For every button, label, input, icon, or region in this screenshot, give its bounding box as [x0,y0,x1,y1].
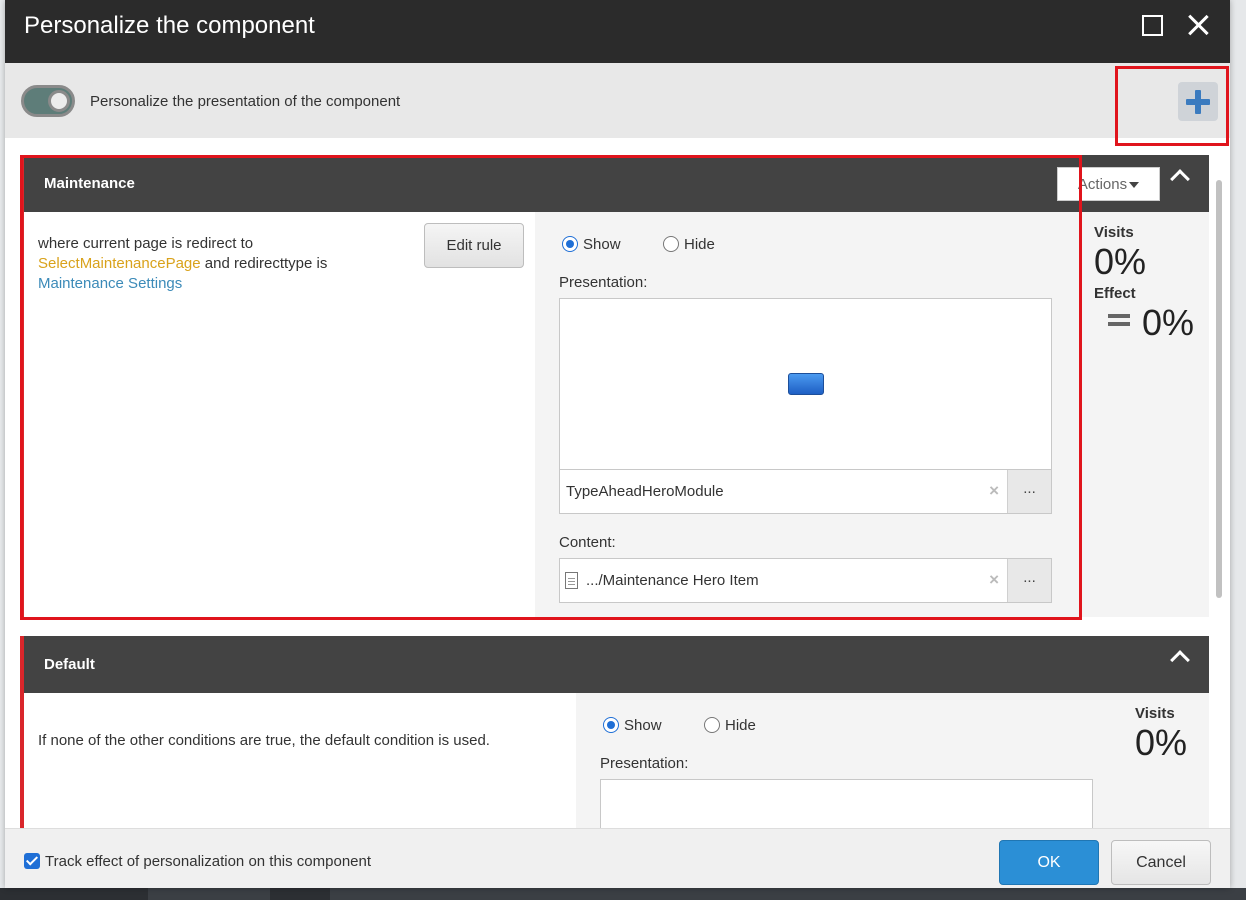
track-effect-checkbox[interactable] [24,853,40,869]
hide-radio-option[interactable]: Hide [663,236,715,253]
condition-pane: If none of the other conditions are true… [24,693,576,828]
cancel-button[interactable]: Cancel [1111,840,1211,885]
clear-icon[interactable]: × [989,570,999,590]
presentation-value: TypeAheadHeroModule [566,483,724,500]
dialog-title: Personalize the component [24,12,315,39]
maximize-icon[interactable] [1142,15,1163,36]
hide-radio-option[interactable]: Hide [704,717,756,734]
condition-text-part: and redirecttype is [200,255,328,272]
show-radio[interactable] [562,236,578,252]
rule-stats: Visits 0% Effect 0% [1094,224,1194,344]
hide-radio[interactable] [663,236,679,252]
rendering-thumbnail [788,373,824,395]
taskbar-segment [148,888,270,900]
presentation-picker[interactable]: TypeAheadHeroModule × ... [559,469,1052,514]
personalize-toggle[interactable] [21,85,75,117]
browse-content-button[interactable]: ... [1007,559,1051,602]
presentation-preview [559,298,1052,470]
condition-pane: where current page is redirect to Select… [24,212,535,617]
toggle-label: Personalize the presentation of the comp… [90,93,401,110]
scrollbar[interactable] [1216,180,1222,598]
show-radio-option[interactable]: Show [603,717,662,734]
visits-value: 0% [1135,722,1188,763]
rule-stats: Visits 0% [1135,705,1187,764]
visits-label: Visits [1094,224,1134,241]
visits-label: Visits [1135,705,1175,722]
condition-text: where current page is redirect to Select… [38,234,428,294]
plus-icon-stem [1195,90,1201,114]
effect-label: Effect [1094,285,1136,302]
rule-name: Maintenance [44,175,135,192]
presentation-label: Presentation: [559,274,648,291]
content-value: .../Maintenance Hero Item [586,572,759,589]
browse-presentation-button[interactable]: ... [1007,470,1051,513]
show-radio[interactable] [603,717,619,733]
taskbar-segment [330,888,1246,900]
presentation-preview [600,779,1093,828]
dialog-footer: Track effect of personalization on this … [5,828,1230,888]
condition-macro-page[interactable]: SelectMaintenancePage [38,255,201,272]
dialog-titlebar: Personalize the component [5,0,1230,63]
show-label: Show [624,717,662,734]
personalize-dialog: Personalize the component Personalize th… [5,0,1230,888]
chevron-up-icon[interactable] [1170,650,1190,670]
presentation-pane: Show Hide Presentation: TypeAheadHeroMod… [535,212,1083,617]
effect-row: 0% [1108,302,1194,344]
hide-radio[interactable] [704,717,720,733]
toggle-knob [48,90,70,112]
hide-label: Hide [725,717,756,734]
actions-label: Actions [1077,176,1128,193]
rules-container: Maintenance Actions where current page i… [5,138,1230,828]
rule-header[interactable]: Maintenance Actions [24,155,1209,212]
presentation-label: Presentation: [600,755,689,772]
track-effect-label: Track effect of personalization on this … [45,853,372,870]
effect-value: 0% [1142,302,1195,343]
chevron-up-icon[interactable] [1170,169,1190,189]
rule-header[interactable]: Default [24,636,1209,693]
condition-macro-settings[interactable]: Maintenance Settings [38,275,182,292]
actions-dropdown[interactable]: Actions [1057,167,1160,201]
condition-text-part: where current page is redirect to [38,235,254,252]
personalize-toggle-bar: Personalize the presentation of the comp… [5,63,1230,138]
content-picker[interactable]: .../Maintenance Hero Item × ... [559,558,1052,603]
close-icon[interactable] [1185,12,1211,38]
rule-name: Default [44,656,95,673]
show-label: Show [583,236,621,253]
background-taskbar [0,888,1246,900]
clear-icon[interactable]: × [989,481,999,501]
condition-text: If none of the other conditions are true… [38,732,490,749]
background-page-strip-right [1230,0,1246,900]
ok-button[interactable]: OK [999,840,1099,885]
hide-label: Hide [684,236,715,253]
rule-body: If none of the other conditions are true… [24,693,1209,828]
caret-down-icon [1129,182,1140,189]
add-condition-button[interactable] [1178,82,1218,121]
visits-value: 0% [1094,241,1147,282]
rule-body: where current page is redirect to Select… [24,212,1209,617]
rule-default: Default If none of the other conditions … [20,636,1209,828]
equals-icon [1108,314,1130,326]
rule-maintenance: Maintenance Actions where current page i… [20,155,1209,617]
presentation-pane: Show Hide Presentation: [576,693,1106,828]
content-label: Content: [559,534,616,551]
edit-rule-button[interactable]: Edit rule [424,223,524,268]
show-radio-option[interactable]: Show [562,236,621,253]
document-icon [565,572,578,589]
